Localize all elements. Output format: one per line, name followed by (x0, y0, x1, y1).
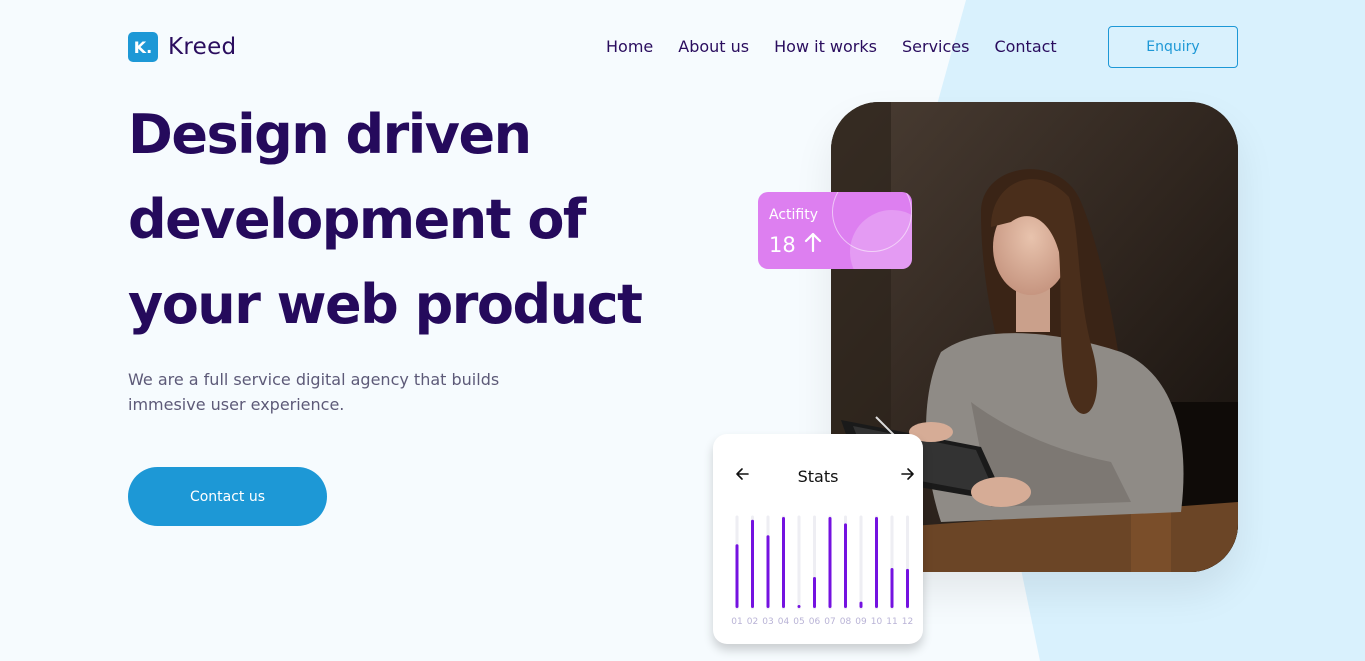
nav-how-it-works[interactable]: How it works (774, 37, 877, 56)
arrow-up-icon (804, 232, 822, 257)
main-nav: Home About us How it works Services Cont… (606, 37, 1057, 56)
contact-us-button[interactable]: Contact us (128, 467, 327, 526)
x-tick-label: 11 (886, 617, 897, 627)
x-tick-label: 10 (871, 617, 883, 627)
enquiry-button[interactable]: Enquiry (1108, 26, 1238, 68)
nav-about-us[interactable]: About us (678, 37, 749, 56)
hero-title-line: your web product (128, 273, 643, 336)
x-tick-label: 02 (747, 617, 758, 627)
activity-card: Actifity 18 (758, 192, 912, 269)
x-tick-label: 04 (778, 617, 790, 627)
hero-title-line: Design driven (128, 103, 532, 166)
nav-services[interactable]: Services (902, 37, 969, 56)
hero-title-line: development of (128, 188, 586, 251)
nav-home[interactable]: Home (606, 37, 653, 56)
x-tick-label: 03 (762, 617, 773, 627)
activity-value-row: 18 (769, 232, 822, 257)
x-tick-label: 01 (731, 617, 742, 627)
x-tick-label: 05 (793, 617, 804, 627)
brand-name: Kreed (168, 34, 237, 60)
brand-logo[interactable]: K. Kreed (128, 32, 236, 62)
x-tick-label: 08 (840, 617, 852, 627)
x-tick-label: 06 (809, 617, 821, 627)
activity-value: 18 (769, 232, 796, 257)
x-tick-label: 09 (855, 617, 867, 627)
logo-mark-icon: K. (128, 32, 158, 62)
x-tick-label: 07 (824, 617, 835, 627)
hero-subtitle: We are a full service digital agency tha… (128, 370, 500, 414)
stats-bar-chart: 01 02 03 04 05 06 07 08 09 10 11 12 (731, 515, 913, 627)
stats-card: Stats 01 02 03 04 05 06 07 08 09 10 11 12 (713, 434, 923, 644)
x-tick-label: 12 (902, 617, 913, 627)
hero-title: Design driven development of your web pr… (128, 92, 688, 347)
activity-label: Actifity (769, 207, 818, 223)
nav-contact[interactable]: Contact (994, 37, 1056, 56)
